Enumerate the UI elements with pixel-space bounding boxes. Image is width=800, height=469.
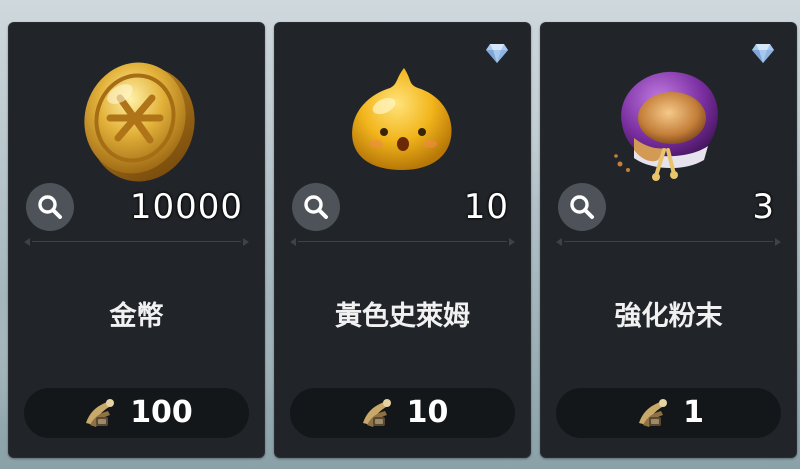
- divider: [290, 238, 515, 246]
- price-value: 100: [130, 395, 193, 430]
- divider: [556, 238, 781, 246]
- horn-currency-icon: [362, 399, 391, 427]
- zoom-button[interactable]: [558, 183, 606, 231]
- horn-currency-icon: [86, 399, 115, 427]
- buy-price-button[interactable]: 1: [556, 388, 781, 438]
- horn-currency-icon: [639, 399, 668, 427]
- shop-item-row: 10000 金幣 100 10 黃色史萊姆 10 3 強化粉末 1: [8, 22, 797, 458]
- buy-price-button[interactable]: 10: [290, 388, 515, 438]
- item-name: 金幣: [109, 301, 164, 332]
- shop-item-card-gold[interactable]: 10000 金幣 100: [8, 22, 265, 458]
- shop-item-card-enhancement-powder[interactable]: 3 強化粉末 1: [540, 22, 797, 458]
- item-quantity: 3: [752, 187, 775, 227]
- yellow-slime-icon: [351, 68, 452, 170]
- item-name: 黃色史萊姆: [335, 301, 470, 332]
- enhancement-powder-bag-icon: [613, 71, 718, 181]
- zoom-button[interactable]: [26, 183, 74, 231]
- magnifier-icon: [304, 195, 328, 219]
- item-quantity: 10: [463, 187, 509, 227]
- diamond-icon: [486, 44, 508, 63]
- item-name: 強化粉末: [614, 301, 723, 332]
- magnifier-icon: [570, 195, 594, 219]
- diamond-icon: [752, 44, 774, 63]
- item-quantity: 10000: [129, 187, 243, 227]
- zoom-button[interactable]: [292, 183, 340, 231]
- shop-item-card-yellow-slime[interactable]: 10 黃色史萊姆 10: [274, 22, 531, 458]
- divider: [24, 238, 249, 246]
- gold-coin-icon: [83, 62, 195, 182]
- buy-price-button[interactable]: 100: [24, 388, 249, 438]
- price-value: 10: [406, 395, 449, 430]
- magnifier-icon: [38, 195, 62, 219]
- price-value: 1: [683, 395, 704, 430]
